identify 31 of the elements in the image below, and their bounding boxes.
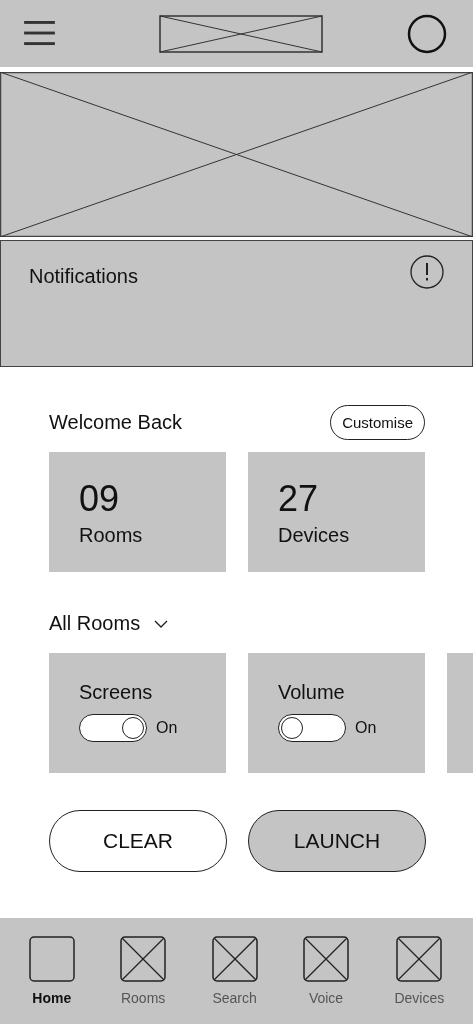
notifications-title: Notifications (29, 265, 138, 288)
chevron-down-icon (154, 619, 169, 628)
stat-label: Devices (278, 524, 351, 547)
stat-label: Rooms (79, 524, 144, 547)
nav-tab[interactable]: Devices (394, 936, 445, 1006)
toggle-switch[interactable] (79, 714, 147, 742)
square-icon (28, 936, 75, 982)
control-name: Volume (278, 681, 346, 704)
welcome-title: Welcome Back (49, 411, 182, 434)
crossed-square-icon (396, 936, 443, 982)
launch-button[interactable]: LAUNCH (248, 810, 426, 872)
avatar-icon[interactable] (407, 13, 447, 54)
crossed-square-icon (211, 936, 258, 982)
logo-placeholder-icon (159, 14, 323, 53)
nav-tab[interactable]: Voice (303, 936, 350, 1006)
nav-tab[interactable]: Search (211, 936, 258, 1006)
menu-icon[interactable] (24, 21, 55, 46)
nav-tab[interactable]: Home (28, 936, 75, 1006)
nav-tab[interactable]: Rooms (120, 936, 167, 1006)
toggle-label: On (156, 719, 178, 737)
customise-button[interactable]: Customise (330, 405, 425, 440)
crossed-square-icon (303, 936, 350, 982)
crossed-square-icon (120, 936, 167, 982)
toggle-label: On (355, 719, 377, 737)
room-filter-dropdown[interactable]: All Rooms (49, 612, 169, 635)
toggle-switch[interactable] (278, 714, 346, 742)
clear-button[interactable]: CLEAR (49, 810, 227, 872)
stat-value: 27 (278, 478, 320, 520)
alert-icon[interactable] (410, 255, 444, 289)
control-name: Screens (79, 681, 154, 704)
stat-value: 09 (79, 478, 121, 520)
